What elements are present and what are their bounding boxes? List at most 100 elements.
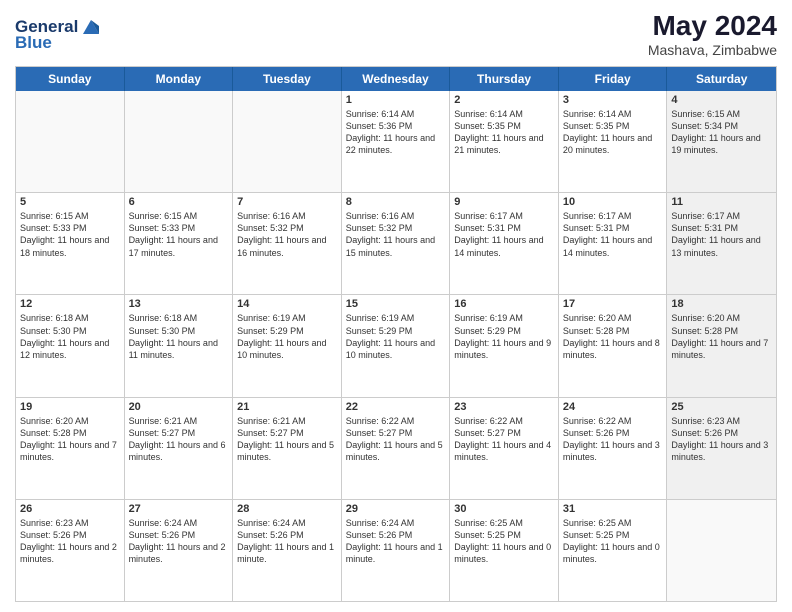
calendar-row-5: 26Sunrise: 6:23 AMSunset: 5:26 PMDayligh… <box>16 500 776 601</box>
sunrise: Sunrise: 6:15 AM <box>20 210 120 222</box>
daylight-hours: Daylight: 11 hours and 16 minutes. <box>237 234 337 258</box>
day-cell-8: 8Sunrise: 6:16 AMSunset: 5:32 PMDaylight… <box>342 193 451 294</box>
sunrise: Sunrise: 6:21 AM <box>237 415 337 427</box>
day-number: 6 <box>129 196 229 208</box>
daylight-hours: Daylight: 11 hours and 0 minutes. <box>454 541 554 565</box>
sunrise: Sunrise: 6:15 AM <box>671 108 772 120</box>
day-number: 29 <box>346 503 446 515</box>
empty-cell-r0-c1 <box>125 91 234 192</box>
day-info: Sunrise: 6:14 AMSunset: 5:35 PMDaylight:… <box>454 108 554 157</box>
day-cell-5: 5 Sunrise: 6:15 AMSunset: 5:33 PMDaylight… <box>16 193 125 294</box>
sunrise: Sunrise: 6:20 AM <box>20 415 120 427</box>
day-cell-22: 22Sunrise: 6:22 AMSunset: 5:27 PMDayligh… <box>342 398 451 499</box>
sunrise: Sunrise: 6:18 AM <box>20 312 120 324</box>
day-info: Sunrise: 6:23 AMSunset: 5:26 PMDaylight:… <box>671 415 772 464</box>
day-cell-14: 14Sunrise: 6:19 AMSunset: 5:29 PMDayligh… <box>233 295 342 396</box>
calendar-row-4: 19Sunrise: 6:20 AMSunset: 5:28 PMDayligh… <box>16 398 776 500</box>
day-info: Sunrise: 6:17 AMSunset: 5:31 PMDaylight:… <box>454 210 554 259</box>
header-day-sunday: Sunday <box>16 67 125 91</box>
sunset: Sunset: 5:28 PM <box>20 427 120 439</box>
calendar-header: SundayMondayTuesdayWednesdayThursdayFrid… <box>16 67 776 91</box>
day-cell-7: 7Sunrise: 6:16 AMSunset: 5:32 PMDaylight… <box>233 193 342 294</box>
daylight-hours: Daylight: 11 hours and 3 minutes. <box>671 439 772 463</box>
calendar-row-3: 12Sunrise: 6:18 AMSunset: 5:30 PMDayligh… <box>16 295 776 397</box>
day-cell-26: 26Sunrise: 6:23 AMSunset: 5:26 PMDayligh… <box>16 500 125 601</box>
day-cell-16: 16Sunrise: 6:19 AMSunset: 5:29 PMDayligh… <box>450 295 559 396</box>
day-cell-31: 31Sunrise: 6:25 AMSunset: 5:25 PMDayligh… <box>559 500 668 601</box>
empty-cell-r4-c6 <box>667 500 776 601</box>
sunset: Sunset: 5:34 PM <box>671 120 772 132</box>
sunset: Sunset: 5:26 PM <box>671 427 772 439</box>
sunrise: Sunrise: 6:16 AM <box>346 210 446 222</box>
calendar-row-2: 5Sunrise: 6:15 AMSunset: 5:33 PMDaylight… <box>16 193 776 295</box>
day-number: 5 <box>20 196 120 208</box>
header-day-thursday: Thursday <box>450 67 559 91</box>
sunrise: Sunrise: 6:17 AM <box>671 210 772 222</box>
sunrise: Sunrise: 6:19 AM <box>454 312 554 324</box>
day-info: Sunrise: 6:14 AMSunset: 5:36 PMDaylight:… <box>346 108 446 157</box>
sunrise: Sunrise: 6:21 AM <box>129 415 229 427</box>
day-info: Sunrise: 6:24 AMSunset: 5:26 PMDaylight:… <box>346 517 446 566</box>
day-cell-28: 28Sunrise: 6:24 AMSunset: 5:26 PMDayligh… <box>233 500 342 601</box>
day-info: Sunrise: 6:15 AMSunset: 5:33 PMDaylight:… <box>129 210 229 259</box>
daylight-hours: Daylight: 11 hours and 19 minutes. <box>671 132 772 156</box>
sunrise: Sunrise: 6:14 AM <box>563 108 663 120</box>
daylight-hours: Daylight: 11 hours and 9 minutes. <box>454 337 554 361</box>
day-number: 25 <box>671 401 772 413</box>
sunset: Sunset: 5:33 PM <box>20 222 120 234</box>
day-cell-24: 24Sunrise: 6:22 AMSunset: 5:26 PMDayligh… <box>559 398 668 499</box>
sunset: Sunset: 5:30 PM <box>20 325 120 337</box>
sunrise: Sunrise: 6:24 AM <box>237 517 337 529</box>
sunrise: Sunrise: 6:14 AM <box>346 108 446 120</box>
sunrise: Sunrise: 6:20 AM <box>563 312 663 324</box>
empty-cell-r0-c0 <box>16 91 125 192</box>
sunset: Sunset: 5:25 PM <box>563 529 663 541</box>
day-cell-23: 23Sunrise: 6:22 AMSunset: 5:27 PMDayligh… <box>450 398 559 499</box>
sunset: Sunset: 5:29 PM <box>454 325 554 337</box>
daylight-hours: Daylight: 11 hours and 0 minutes. <box>563 541 663 565</box>
day-info: Sunrise: 6:25 AMSunset: 5:25 PMDaylight:… <box>454 517 554 566</box>
sunset: Sunset: 5:26 PM <box>237 529 337 541</box>
location: Mashava, Zimbabwe <box>648 42 777 58</box>
title-block: May 2024 Mashava, Zimbabwe <box>648 10 777 58</box>
daylight-hours: Daylight: 11 hours and 4 minutes. <box>454 439 554 463</box>
sunset: Sunset: 5:27 PM <box>237 427 337 439</box>
day-cell-25: 25 Sunrise: 6:23 AMSunset: 5:26 PMDayligh… <box>667 398 776 499</box>
sunrise: Sunrise: 6:17 AM <box>454 210 554 222</box>
day-number: 9 <box>454 196 554 208</box>
day-info: Sunrise: 6:21 AMSunset: 5:27 PMDaylight:… <box>129 415 229 464</box>
calendar-page: General Blue May 2024 Mashava, Zimbabwe … <box>0 0 792 612</box>
sunrise: Sunrise: 6:17 AM <box>563 210 663 222</box>
sunrise: Sunrise: 6:22 AM <box>454 415 554 427</box>
sunset: Sunset: 5:25 PM <box>454 529 554 541</box>
day-cell-4: 4Sunrise: 6:15 AMSunset: 5:34 PMDaylight… <box>667 91 776 192</box>
day-cell-20: 20Sunrise: 6:21 AMSunset: 5:27 PMDayligh… <box>125 398 234 499</box>
day-info: Sunrise: 6:17 AMSunset: 5:31 PMDaylight:… <box>671 210 772 259</box>
daylight-hours: Daylight: 11 hours and 5 minutes. <box>346 439 446 463</box>
sunrise: Sunrise: 6:23 AM <box>671 415 772 427</box>
day-info: Sunrise: 6:19 AMSunset: 5:29 PMDaylight:… <box>346 312 446 361</box>
daylight-hours: Daylight: 11 hours and 1 minute. <box>346 541 446 565</box>
daylight-hours: Daylight: 11 hours and 22 minutes. <box>346 132 446 156</box>
day-cell-18: 18Sunrise: 6:20 AMSunset: 5:28 PMDayligh… <box>667 295 776 396</box>
sunset: Sunset: 5:26 PM <box>129 529 229 541</box>
page-header: General Blue May 2024 Mashava, Zimbabwe <box>15 10 777 58</box>
day-cell-13: 13Sunrise: 6:18 AMSunset: 5:30 PMDayligh… <box>125 295 234 396</box>
daylight-hours: Daylight: 11 hours and 10 minutes. <box>237 337 337 361</box>
daylight-hours: Daylight: 11 hours and 11 minutes. <box>129 337 229 361</box>
day-info: Sunrise: 6:22 AMSunset: 5:27 PMDaylight:… <box>346 415 446 464</box>
day-info: Sunrise: 6:23 AMSunset: 5:26 PMDaylight:… <box>20 517 120 566</box>
sunrise: Sunrise: 6:20 AM <box>671 312 772 324</box>
sunset: Sunset: 5:32 PM <box>346 222 446 234</box>
day-cell-3: 3Sunrise: 6:14 AMSunset: 5:35 PMDaylight… <box>559 91 668 192</box>
sunrise: Sunrise: 6:19 AM <box>237 312 337 324</box>
sunrise: Sunrise: 6:24 AM <box>346 517 446 529</box>
day-info: Sunrise: 6:24 AMSunset: 5:26 PMDaylight:… <box>129 517 229 566</box>
day-number: 17 <box>563 298 663 310</box>
header-day-wednesday: Wednesday <box>342 67 451 91</box>
day-info: Sunrise: 6:18 AMSunset: 5:30 PMDaylight:… <box>20 312 120 361</box>
sunset: Sunset: 5:26 PM <box>20 529 120 541</box>
header-day-monday: Monday <box>125 67 234 91</box>
day-info: Sunrise: 6:15 AMSunset: 5:33 PMDaylight:… <box>20 210 120 259</box>
sunrise: Sunrise: 6:22 AM <box>346 415 446 427</box>
